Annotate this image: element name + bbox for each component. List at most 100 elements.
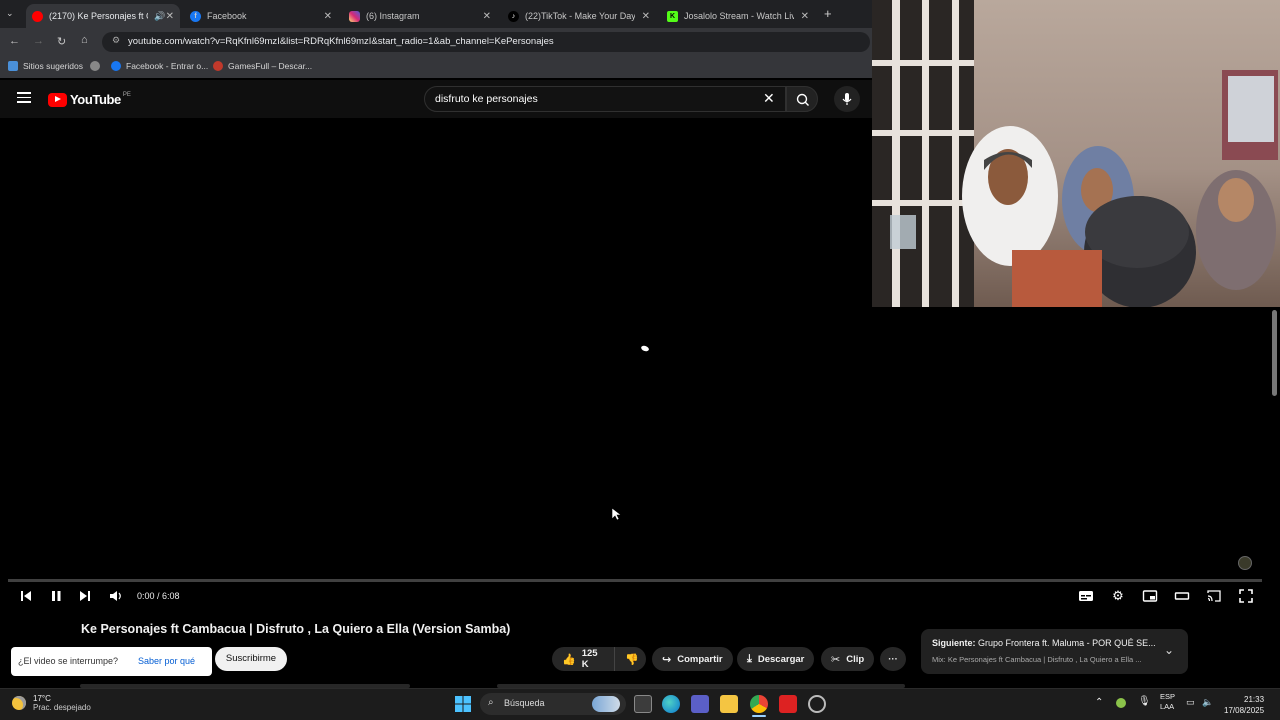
close-tab-icon[interactable]: ✕ — [642, 11, 650, 22]
task-view-icon[interactable] — [634, 695, 652, 713]
url-bar[interactable]: ⚙ youtube.com/watch?v=RqKfnl69mzI&list=R… — [102, 32, 870, 52]
wps-office-icon[interactable] — [779, 695, 797, 713]
language-indicator[interactable]: ESP LAA — [1160, 692, 1175, 712]
speaker-tray-icon[interactable]: 🔈 — [1202, 697, 1213, 708]
tab-tiktok[interactable]: ♪ (22)TikTok - Make Your Day ✕ — [502, 4, 656, 28]
scissors-icon: ✂ — [831, 653, 841, 666]
cast-button[interactable] — [1205, 588, 1223, 604]
up-next-title: Siguiente: Grupo Frontera ft. Maluma - P… — [932, 638, 1156, 648]
clip-label: Clip — [846, 653, 865, 665]
facebook-icon: f — [190, 10, 201, 22]
file-explorer-icon[interactable] — [720, 695, 738, 713]
up-next-mix: Mix: Ke Personajes ft Cambacua | Disfrut… — [932, 655, 1142, 664]
progress-bar[interactable] — [8, 579, 1262, 582]
subscribe-button[interactable]: Suscribirme — [215, 647, 287, 671]
microphone-tray-icon[interactable]: 🎙 — [1138, 696, 1151, 707]
bookmark-suggested-sites[interactable]: Sitios sugeridos — [8, 61, 83, 71]
reload-icon[interactable]: ↻ — [57, 35, 66, 48]
clip-button[interactable]: ✂ Clip — [821, 647, 875, 671]
theater-mode-button[interactable] — [1173, 588, 1191, 604]
bookmark-facebook[interactable]: Facebook - Entrar o... — [111, 61, 208, 71]
youtube-play-icon — [48, 92, 67, 107]
tab-instagram[interactable]: (6) Instagram ✕ — [343, 4, 497, 28]
start-button[interactable] — [454, 695, 472, 713]
search-icon — [796, 93, 809, 106]
webcam-scene — [872, 0, 1278, 307]
scrollbar-thumb[interactable] — [1272, 310, 1277, 396]
edge-browser-icon[interactable] — [662, 695, 680, 713]
interruption-popup: ¿El video se interrumpe? Saber por qué — [11, 647, 212, 676]
bookmark-globe[interactable] — [90, 61, 105, 71]
more-actions-button[interactable]: ··· — [880, 647, 906, 671]
chevron-up-icon[interactable]: ⌃ — [1095, 697, 1103, 708]
system-clock[interactable]: 21:33 17/08/2025 — [1224, 694, 1264, 716]
up-next-card[interactable]: Siguiente: Grupo Frontera ft. Maluma - P… — [921, 629, 1188, 674]
tab-title: Josalolo Stream - Watch Live or — [684, 11, 794, 21]
tab-youtube[interactable]: (2170) Ke Personajes ft Can 🔊 ✕ — [26, 4, 180, 28]
tab-title: Facebook — [207, 11, 247, 21]
teams-icon[interactable] — [691, 695, 709, 713]
chevron-down-icon[interactable]: ⌄ — [1164, 643, 1174, 657]
back-arrow-icon[interactable]: ← — [9, 35, 20, 47]
close-tab-icon[interactable]: ✕ — [483, 11, 491, 22]
kick-icon: K — [667, 10, 678, 22]
tab-kick[interactable]: K Josalolo Stream - Watch Live or ✕ — [661, 4, 815, 28]
taskbar-search[interactable]: ⌕ Búsqueda — [480, 693, 626, 715]
clock-time: 21:33 — [1244, 695, 1265, 704]
learn-why-link[interactable]: Saber por qué — [138, 656, 195, 666]
cast-icon — [1207, 590, 1221, 602]
tray-app-icon[interactable] — [1116, 698, 1126, 708]
home-icon[interactable]: ⌂ — [81, 34, 88, 46]
app-settings-icon[interactable] — [808, 695, 826, 713]
subtitles-icon — [1079, 591, 1093, 601]
mouse-cursor-icon — [611, 507, 621, 521]
youtube-icon — [32, 10, 43, 22]
new-tab-button[interactable]: + — [824, 6, 832, 21]
weather-widget[interactable]: 17°C Prac. despejado — [12, 694, 91, 712]
close-tab-icon[interactable]: ✕ — [801, 11, 809, 22]
volume-button[interactable] — [107, 588, 125, 604]
like-button[interactable]: 👍 125 K — [552, 647, 614, 671]
chrome-icon[interactable] — [750, 695, 768, 713]
download-button[interactable]: ⤓ Descargar — [737, 647, 815, 671]
channel-watermark[interactable] — [1238, 556, 1252, 570]
thumbs-down-icon: 👎 — [625, 653, 639, 666]
miniplayer-button[interactable] — [1141, 588, 1159, 604]
tab-facebook[interactable]: f Facebook ✕ — [184, 4, 338, 28]
settings-gear-icon[interactable]: ⚙ — [1109, 588, 1127, 604]
voice-search-button[interactable] — [834, 86, 860, 112]
search-button[interactable] — [786, 86, 818, 112]
language-line1: ESP — [1160, 692, 1176, 701]
bookmark-gamesfull[interactable]: GamesFull – Descar... — [213, 61, 312, 71]
tiktok-icon: ♪ — [508, 10, 519, 22]
volume-icon — [110, 591, 121, 601]
forward-arrow-icon[interactable]: → — [33, 35, 44, 47]
language-line2: LAA — [1160, 702, 1175, 711]
bookmark-label: GamesFull – Descar... — [228, 61, 313, 71]
like-count: 125 K — [581, 648, 598, 670]
theater-mode-icon — [1174, 592, 1190, 600]
network-icon[interactable]: ▭ — [1186, 697, 1195, 708]
hamburger-menu-icon[interactable] — [17, 92, 31, 103]
search-highlight-icon — [592, 696, 620, 712]
youtube-logo[interactable]: YouTube PE — [48, 92, 131, 107]
close-tab-icon[interactable]: ✕ — [324, 11, 332, 22]
dislike-button[interactable]: 👎 — [614, 647, 646, 671]
close-tab-icon[interactable]: ✕ — [166, 11, 174, 22]
search-icon: ⌕ — [488, 697, 494, 708]
clear-search-icon[interactable]: ✕ — [763, 90, 775, 107]
next-button[interactable] — [76, 588, 94, 604]
pause-button[interactable] — [47, 588, 65, 604]
subtitles-button[interactable] — [1077, 588, 1095, 604]
share-button[interactable]: ↪ Compartir — [652, 647, 733, 671]
tab-search-dropdown-icon[interactable]: ⌄ — [6, 8, 14, 19]
search-input[interactable]: disfruto ke personajes — [424, 86, 786, 112]
fullscreen-button[interactable] — [1237, 588, 1255, 604]
site-info-icon[interactable]: ⚙ — [112, 35, 120, 46]
download-label: Descargar — [757, 653, 805, 665]
gamesfull-icon — [213, 61, 223, 71]
tab-title: (6) Instagram — [366, 11, 420, 21]
previous-button[interactable] — [17, 588, 35, 604]
miniplayer-icon — [1142, 590, 1158, 602]
speaker-icon[interactable]: 🔊 — [154, 11, 165, 22]
